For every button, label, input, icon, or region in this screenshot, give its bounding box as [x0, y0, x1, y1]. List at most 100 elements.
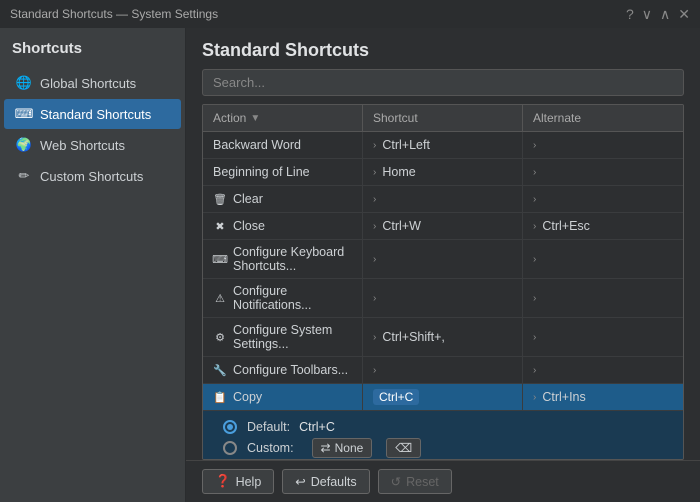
chevron-icon: › — [373, 221, 376, 232]
window-title: Standard Shortcuts — System Settings — [10, 7, 218, 21]
alternate-cell: › — [523, 357, 683, 383]
table-row[interactable]: Beginning of Line ›Home › — [203, 159, 683, 186]
reset-icon: ↺ — [391, 474, 401, 489]
help-control[interactable]: ? — [626, 6, 634, 23]
table-row[interactable]: 📋 Copy Ctrl+C ›Ctrl+Ins — [203, 384, 683, 411]
chevron-icon: › — [533, 392, 536, 403]
shortcut-cell: ›Ctrl+W — [363, 213, 523, 239]
action-icon: ⚠ — [213, 291, 227, 305]
alternate-cell: ›Ctrl+Esc — [523, 213, 683, 239]
table-row[interactable]: ✖ Close ›Ctrl+W ›Ctrl+Esc — [203, 213, 683, 240]
table-row[interactable]: 🔧 Configure Toolbars... › › — [203, 357, 683, 384]
action-cell: 🗑 Clear — [203, 186, 363, 212]
sidebar-item-custom[interactable]: ✏ Custom Shortcuts — [4, 161, 181, 191]
action-icon: 🗑 — [213, 192, 227, 206]
shortcut-cell: › — [363, 279, 523, 317]
header-shortcut: Shortcut — [363, 105, 523, 131]
shortcut-cell: Ctrl+C — [363, 384, 523, 410]
close-control[interactable]: ✕ — [678, 6, 690, 23]
sidebar: Shortcuts 🌐 Global Shortcuts ⌨ Standard … — [0, 28, 186, 502]
chevron-icon: › — [533, 293, 536, 304]
defaults-button[interactable]: ↩ Defaults — [282, 469, 369, 494]
action-cell: ⚙ Configure System Settings... — [203, 318, 363, 356]
chevron-icon: › — [533, 221, 536, 232]
chevron-icon: › — [533, 167, 536, 178]
none-button[interactable]: ⇄ None — [312, 438, 373, 458]
minimize-control[interactable]: ∨ — [642, 6, 652, 23]
alternate-cell: ›Ctrl+Ins — [523, 384, 683, 410]
help-button[interactable]: ❓ Help — [202, 469, 274, 494]
chevron-icon: › — [533, 140, 536, 151]
default-radio[interactable] — [223, 420, 237, 434]
default-row: Default: Ctrl+C — [223, 420, 663, 434]
sidebar-icon-web: 🌍 — [16, 137, 32, 153]
alternate-cell: › — [523, 279, 683, 317]
shortcut-cell: ›Ctrl+Left — [363, 132, 523, 158]
clear-shortcut-button[interactable]: ⌫ — [386, 438, 421, 458]
content-header: Standard Shortcuts — [186, 28, 700, 104]
shortcut-cell: › — [363, 357, 523, 383]
shortcut-cell: ›Ctrl+Shift+, — [363, 318, 523, 356]
action-icon: ⚙ — [213, 330, 227, 344]
table-row[interactable]: ⚙ Configure System Settings... ›Ctrl+Shi… — [203, 318, 683, 357]
action-cell: ⌨ Configure Keyboard Shortcuts... — [203, 240, 363, 278]
sidebar-item-web[interactable]: 🌍 Web Shortcuts — [4, 130, 181, 160]
defaults-icon: ↩ — [295, 474, 305, 489]
action-icon: ⌨ — [213, 252, 227, 266]
clear-icon: ⌫ — [395, 441, 412, 455]
sidebar-icon-standard: ⌨ — [16, 106, 32, 122]
chevron-icon: › — [373, 194, 376, 205]
header-alternate: Alternate — [523, 105, 683, 131]
search-input[interactable] — [202, 69, 684, 96]
chevron-icon: › — [533, 365, 536, 376]
shortcut-badge: Ctrl+C — [373, 389, 419, 405]
action-icon: ✖ — [213, 219, 227, 233]
expand-panel: Default: Ctrl+C Custom: ⇄ None ⌫ — [203, 411, 683, 460]
table-row[interactable]: ⚠ Configure Notifications... › › — [203, 279, 683, 318]
sidebar-item-standard[interactable]: ⌨ Standard Shortcuts — [4, 99, 181, 129]
sidebar-icon-global: 🌐 — [16, 75, 32, 91]
alternate-cell: › — [523, 240, 683, 278]
action-cell: 🔧 Configure Toolbars... — [203, 357, 363, 383]
shortcut-cell: › — [363, 186, 523, 212]
help-icon: ❓ — [215, 474, 231, 489]
alternate-cell: › — [523, 318, 683, 356]
sidebar-label-standard: Standard Shortcuts — [40, 107, 151, 122]
shortcut-cell: › — [363, 240, 523, 278]
window-controls: ? ∨ ∧ ✕ — [626, 6, 690, 23]
shortcuts-table: Action ▼ Shortcut Alternate Backward Wor… — [202, 104, 684, 460]
chevron-icon: › — [533, 332, 536, 343]
chevron-icon: › — [373, 293, 376, 304]
sidebar-label-custom: Custom Shortcuts — [40, 169, 143, 184]
table-row[interactable]: 🗑 Clear › › — [203, 186, 683, 213]
custom-radio[interactable] — [223, 441, 237, 455]
chevron-icon: › — [373, 332, 376, 343]
action-cell: Backward Word — [203, 132, 363, 158]
alternate-cell: › — [523, 159, 683, 185]
custom-row: Custom: ⇄ None ⌫ — [223, 438, 663, 458]
maximize-control[interactable]: ∧ — [660, 6, 670, 23]
chevron-icon: › — [373, 167, 376, 178]
header-action: Action ▼ — [203, 105, 363, 131]
table-body: Backward Word ›Ctrl+Left › Beginning of … — [203, 132, 683, 460]
chevron-icon: › — [373, 140, 376, 151]
alternate-cell: › — [523, 132, 683, 158]
reset-button[interactable]: ↺ Reset — [378, 469, 452, 494]
content-area: Standard Shortcuts Action ▼ Shortcut Alt… — [186, 28, 700, 502]
chevron-icon: › — [373, 254, 376, 265]
footer: ❓ Help ↩ Defaults ↺ Reset — [186, 460, 700, 502]
sidebar-item-global[interactable]: 🌐 Global Shortcuts — [4, 68, 181, 98]
action-icon: 📋 — [213, 390, 227, 404]
table-row[interactable]: Backward Word ›Ctrl+Left › — [203, 132, 683, 159]
action-icon: 🔧 — [213, 363, 227, 377]
action-cell: 📋 Copy — [203, 384, 363, 410]
action-cell: Beginning of Line — [203, 159, 363, 185]
title-bar: Standard Shortcuts — System Settings ? ∨… — [0, 0, 700, 28]
sort-icon: ▼ — [250, 113, 260, 124]
table-row[interactable]: ⌨ Configure Keyboard Shortcuts... › › — [203, 240, 683, 279]
alternate-cell: › — [523, 186, 683, 212]
chevron-icon: › — [533, 254, 536, 265]
sidebar-nav: 🌐 Global Shortcuts ⌨ Standard Shortcuts … — [0, 68, 185, 191]
sidebar-label-global: Global Shortcuts — [40, 76, 136, 91]
sync-icon: ⇄ — [321, 441, 331, 455]
